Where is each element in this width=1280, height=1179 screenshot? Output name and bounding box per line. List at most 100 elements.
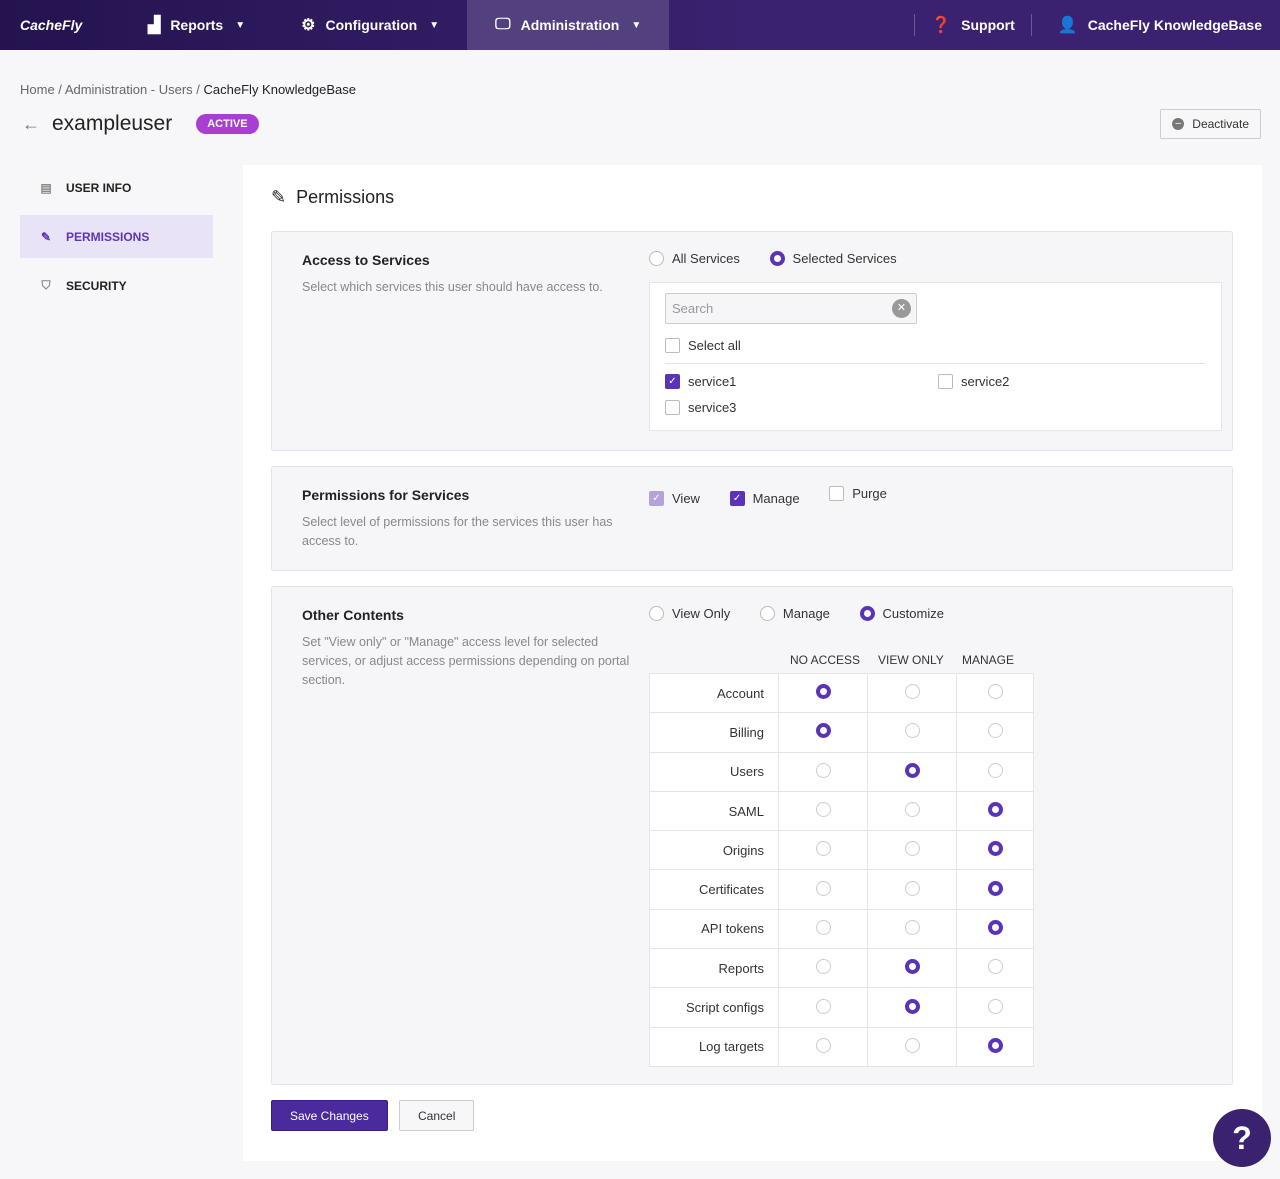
permission-cell: [778, 908, 868, 950]
permission-radio[interactable]: [904, 762, 920, 778]
radio[interactable]: [769, 251, 785, 266]
permission-radio[interactable]: [987, 959, 1003, 975]
permission-cell: [956, 790, 1034, 832]
view-checkbox[interactable]: ✓ View: [649, 491, 700, 506]
cancel-button[interactable]: Cancel: [399, 1100, 475, 1131]
user-icon: 👤: [1057, 17, 1078, 34]
row-label: Log targets: [649, 1026, 779, 1067]
checkbox[interactable]: ✓: [649, 491, 664, 506]
service-checkbox-service3[interactable]: service3: [665, 400, 736, 415]
sidebar-item-security[interactable]: ⛉ SECURITY: [20, 264, 213, 307]
radio[interactable]: [859, 606, 875, 621]
permission-radio[interactable]: [815, 959, 831, 975]
save-changes-button[interactable]: Save Changes: [271, 1100, 388, 1131]
permission-radio[interactable]: [815, 841, 831, 857]
permission-radio[interactable]: [987, 841, 1003, 857]
manage-checkbox[interactable]: ✓ Manage: [729, 491, 800, 506]
nav-account[interactable]: 👤 CacheFly KnowledgeBase: [1032, 0, 1280, 50]
permission-radio[interactable]: [987, 802, 1003, 818]
row-label: Users: [649, 751, 779, 792]
permissions-for-services-section: Permissions for Services Select level of…: [271, 466, 1233, 571]
radio-customize[interactable]: Customize: [859, 606, 944, 621]
other-contents-section: Other Contents Set "View only" or "Manag…: [271, 586, 1233, 1085]
table-row: SAML: [649, 790, 1034, 832]
permission-radio[interactable]: [987, 762, 1003, 778]
permission-radio[interactable]: [815, 880, 831, 896]
checkbox[interactable]: ✓: [665, 374, 680, 389]
radio[interactable]: [649, 251, 664, 266]
breadcrumb-users[interactable]: Administration - Users: [65, 82, 193, 97]
section-description: Set "View only" or "Manage" access level…: [302, 635, 630, 687]
service-checkbox-service2[interactable]: service2: [938, 374, 1009, 389]
section-description: Select which services this user should h…: [302, 280, 603, 294]
sidebar-item-user-info[interactable]: ▤ USER INFO: [20, 166, 213, 209]
checkbox[interactable]: [665, 400, 680, 415]
clear-icon[interactable]: ✕: [892, 299, 911, 318]
nav-configuration[interactable]: ⚙ Configuration ▼: [273, 0, 467, 50]
row-label: Account: [649, 672, 779, 714]
permission-cell: [778, 790, 868, 832]
chart-icon: ▟: [148, 17, 161, 34]
permission-radio[interactable]: [904, 723, 920, 739]
permission-cell: [867, 908, 957, 950]
permission-radio[interactable]: [815, 998, 831, 1014]
permission-radio[interactable]: [904, 998, 920, 1014]
permission-radio[interactable]: [987, 880, 1003, 896]
purge-checkbox[interactable]: Purge: [829, 486, 887, 501]
row-label: Script configs: [649, 987, 779, 1028]
nav-administration[interactable]: 🖵 Administration ▼: [467, 0, 670, 50]
nav-label: Reports: [170, 17, 224, 33]
permission-radio[interactable]: [904, 802, 920, 818]
table-row: Billing: [649, 712, 1034, 753]
permission-radio[interactable]: [815, 802, 831, 818]
permission-cell: [867, 751, 957, 792]
permission-radio[interactable]: [904, 684, 920, 700]
back-arrow-icon[interactable]: ←: [22, 114, 40, 135]
radio-all-services[interactable]: All Services: [649, 251, 740, 266]
table-row: Certificates: [649, 869, 1034, 910]
radio-selected-services[interactable]: Selected Services: [769, 251, 897, 266]
section-title: Access to Services: [302, 252, 430, 268]
nav-label: CacheFly KnowledgeBase: [1087, 17, 1262, 33]
permission-radio[interactable]: [904, 919, 920, 935]
nav-label: Support: [961, 17, 1015, 33]
permission-radio[interactable]: [815, 919, 831, 935]
permission-radio[interactable]: [987, 998, 1003, 1014]
radio[interactable]: [649, 606, 664, 621]
deactivate-button[interactable]: – Deactivate: [1160, 109, 1261, 139]
permission-radio[interactable]: [987, 723, 1003, 739]
breadcrumb-home[interactable]: Home: [20, 82, 55, 97]
permission-radio[interactable]: [987, 684, 1003, 700]
service-checkbox-service1[interactable]: ✓ service1: [665, 374, 736, 389]
permission-radio[interactable]: [815, 1037, 831, 1053]
permission-radio[interactable]: [815, 684, 831, 700]
permission-radio[interactable]: [987, 1037, 1003, 1053]
checkbox[interactable]: [938, 374, 953, 389]
permission-radio[interactable]: [904, 959, 920, 975]
permission-radio[interactable]: [987, 919, 1003, 935]
permission-radio[interactable]: [815, 762, 831, 778]
search-input[interactable]: Search ✕: [665, 293, 917, 324]
permission-radio[interactable]: [904, 880, 920, 896]
column-header: NO ACCESS: [790, 653, 861, 667]
permission-cell: [867, 712, 957, 753]
radio-manage[interactable]: Manage: [759, 606, 830, 621]
nav-reports[interactable]: ▟ Reports ▼: [120, 0, 273, 50]
search-placeholder: Search: [672, 301, 714, 316]
permission-radio[interactable]: [904, 1037, 920, 1053]
option-label: service2: [961, 374, 1010, 389]
nav-support[interactable]: ❓ Support: [915, 0, 1031, 50]
radio[interactable]: [759, 606, 775, 621]
permission-radio[interactable]: [815, 723, 831, 739]
permission-radio[interactable]: [904, 841, 920, 857]
permission-cell: [956, 712, 1034, 753]
checkbox[interactable]: [829, 486, 845, 501]
cachefly-logo[interactable]: CacheFly: [0, 17, 120, 33]
checkbox[interactable]: [665, 338, 680, 353]
help-button[interactable]: ?: [1213, 1109, 1271, 1167]
permission-cell: [956, 948, 1034, 989]
radio-view-only[interactable]: View Only: [649, 606, 730, 621]
select-all-checkbox[interactable]: Select all: [665, 338, 741, 353]
checkbox[interactable]: ✓: [729, 491, 745, 506]
sidebar-item-permissions[interactable]: ✎ PERMISSIONS: [20, 215, 213, 258]
